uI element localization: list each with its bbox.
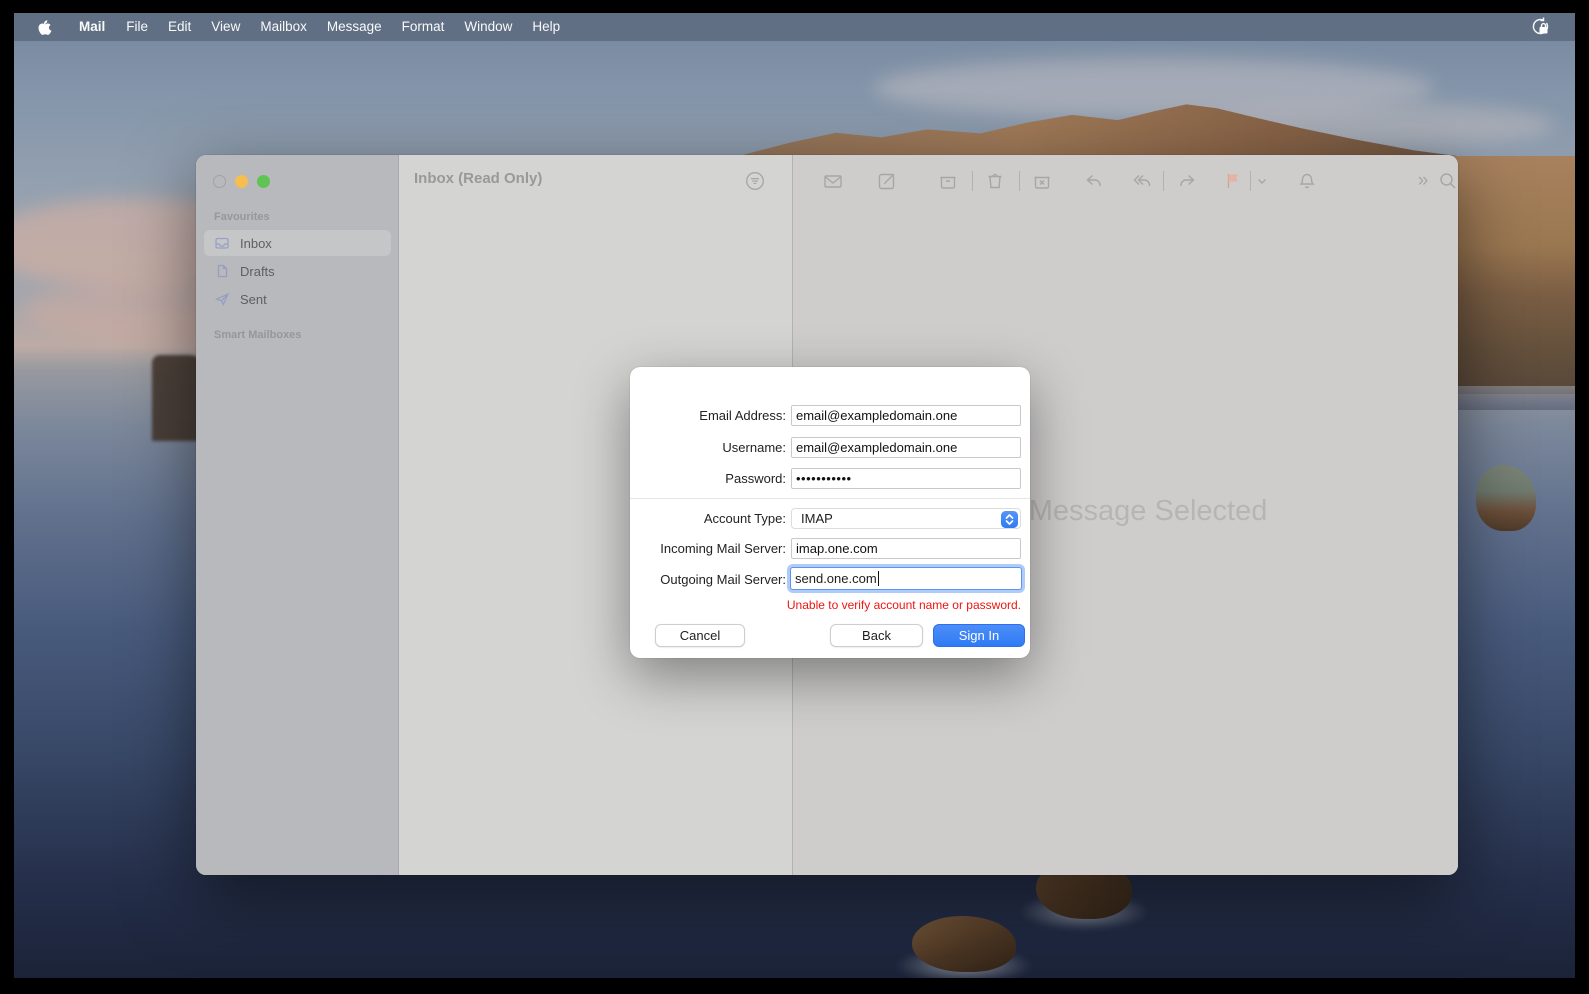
menu-item-edit[interactable]: Edit [158,13,201,41]
dialog-separator [630,498,1030,499]
incoming-mail-server-input[interactable] [791,538,1021,559]
sidebar-item-label: Inbox [240,235,272,251]
account-type-value: IMAP [801,511,833,526]
close-window-button[interactable] [213,175,226,188]
mailbox-title: Inbox (Read Only) [414,170,543,187]
mute-bell-icon[interactable] [1294,168,1320,194]
outgoing-server-label: Outgoing Mail Server: [660,572,786,587]
sign-in-button[interactable]: Sign In [933,624,1025,647]
zoom-window-button[interactable] [257,175,270,188]
more-toolbar-items-icon[interactable]: » [1409,168,1435,194]
username-label: Username: [722,440,786,455]
error-message: Unable to verify account name or passwor… [786,598,1021,612]
archive-icon[interactable] [935,168,961,194]
username-input[interactable] [791,437,1021,458]
menu-item-window[interactable]: Window [454,13,522,41]
email-address-label: Email Address: [699,408,786,423]
sidebar-item-label: Drafts [240,263,275,279]
reply-all-icon[interactable] [1129,168,1155,194]
sidebar-item-drafts[interactable]: Drafts [204,258,391,284]
menu-item-file[interactable]: File [116,13,158,41]
menu-item-help[interactable]: Help [522,13,570,41]
toolbar-separator [1163,171,1164,191]
email-address-input[interactable] [791,405,1021,426]
menu-item-mail[interactable]: Mail [68,13,116,41]
menu-item-message[interactable]: Message [317,13,392,41]
desktop-screen: Favourites Inbox Drafts Sent Smart Mailb… [14,13,1575,978]
junk-icon[interactable] [1029,168,1055,194]
apple-menu[interactable] [30,19,60,36]
menu-item-mailbox[interactable]: Mailbox [250,13,317,41]
menu-item-format[interactable]: Format [392,13,455,41]
get-mail-icon[interactable] [820,168,846,194]
outgoing-server-value: send.one.com [795,571,877,586]
text-caret [877,571,880,586]
forward-icon[interactable] [1174,168,1200,194]
sidebar-item-inbox[interactable]: Inbox [204,230,391,256]
password-input[interactable] [791,468,1021,489]
incoming-server-label: Incoming Mail Server: [660,541,786,556]
sidebar-section-favourites: Favourites [214,211,270,223]
trash-icon[interactable] [982,168,1008,194]
popup-stepper-icon[interactable] [1001,511,1018,528]
toolbar-separator [972,171,973,191]
menu-item-view[interactable]: View [201,13,250,41]
flag-chevron-icon[interactable] [1249,168,1275,194]
inbox-tray-icon [214,235,230,251]
user-lock-icon[interactable] [1527,16,1551,38]
back-button[interactable]: Back [830,624,923,647]
search-icon[interactable] [1435,168,1458,194]
menu-bar: Mail File Edit View Mailbox Message Form… [14,13,1575,41]
compose-icon[interactable] [874,168,900,194]
paper-plane-icon [214,291,230,307]
reply-icon[interactable] [1081,168,1107,194]
account-type-label: Account Type: [703,511,786,526]
toolbar-separator [1019,171,1020,191]
filter-icon[interactable] [742,168,768,194]
account-setup-dialog: Email Address: Username: Password: Accou… [630,367,1030,658]
outgoing-mail-server-input[interactable]: send.one.com [790,567,1022,590]
cancel-button[interactable]: Cancel [655,624,745,647]
coastal-cliff [1450,156,1575,410]
sidebar-section-smart-mailboxes: Smart Mailboxes [214,329,302,341]
password-label: Password: [725,471,786,486]
flag-icon[interactable] [1220,168,1246,194]
minimize-window-button[interactable] [235,175,248,188]
sidebar-item-label: Sent [240,291,267,307]
draft-page-icon [214,263,230,279]
sidebar-item-sent[interactable]: Sent [204,286,391,312]
mailboxes-sidebar: Favourites Inbox Drafts Sent Smart Mailb… [196,155,399,875]
sea-rock [1476,465,1536,531]
sea-rock [894,916,1034,978]
account-type-popup[interactable]: IMAP [791,508,1021,529]
